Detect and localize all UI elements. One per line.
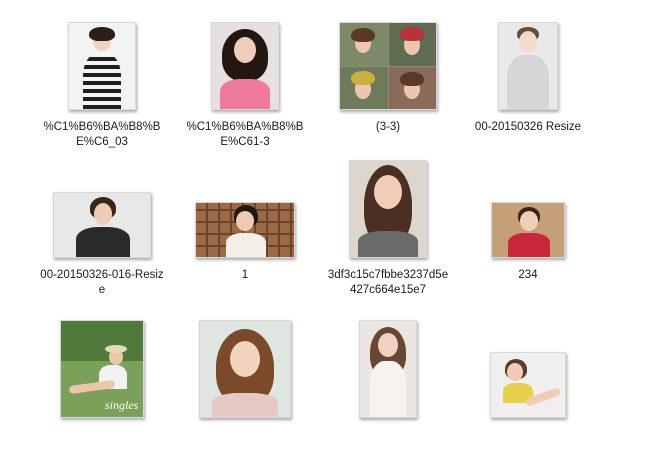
file-name: 00-20150326-016-Resize: [40, 269, 164, 296]
image-thumbnail[interactable]: singles: [60, 320, 144, 418]
file-item[interactable]: %C1%B6%BA%B8%BE%C6_03: [38, 14, 166, 150]
file-item[interactable]: %C1%B6%BA%B8%BE%C61-3: [181, 14, 309, 150]
image-thumbnail[interactable]: [498, 22, 558, 110]
file-name: 00-20150326 Resize: [474, 121, 582, 133]
magazine-watermark: singles: [105, 398, 139, 412]
file-name: %C1%B6%BA%B8%BE%C6_03: [43, 121, 161, 148]
file-item[interactable]: [181, 320, 309, 418]
file-item[interactable]: 234: [464, 162, 592, 283]
image-thumbnail[interactable]: [491, 202, 565, 258]
image-thumbnail[interactable]: [490, 352, 566, 418]
file-item[interactable]: 1: [181, 162, 309, 283]
image-thumbnail[interactable]: [359, 320, 417, 418]
file-item[interactable]: 00-20150326 Resize: [464, 14, 592, 135]
file-item[interactable]: singles: [38, 320, 166, 418]
image-thumbnail[interactable]: [199, 320, 291, 418]
file-name: (3-3): [375, 121, 401, 133]
file-item[interactable]: [324, 320, 452, 418]
file-item[interactable]: [464, 322, 592, 418]
image-thumbnail[interactable]: [53, 192, 151, 258]
image-thumbnail[interactable]: [195, 202, 295, 258]
file-icon-grid: %C1%B6%BA%B8%BE%C6_03 %C1%B6%BA%B8%BE%C6…: [0, 0, 651, 461]
file-name: 1: [241, 269, 249, 281]
file-name: 234: [518, 269, 538, 281]
file-item[interactable]: 3df3c15c7fbbe3237d5e427c664e15e7: [324, 160, 452, 298]
file-name: %C1%B6%BA%B8%BE%C61-3: [186, 121, 304, 148]
file-name: 3df3c15c7fbbe3237d5e427c664e15e7: [327, 269, 449, 296]
file-item[interactable]: (3-3): [324, 14, 452, 135]
image-thumbnail[interactable]: [339, 22, 437, 110]
image-thumbnail[interactable]: [68, 22, 136, 110]
image-thumbnail[interactable]: [211, 22, 279, 110]
file-item[interactable]: 00-20150326-016-Resize: [38, 162, 166, 298]
image-thumbnail[interactable]: [349, 160, 427, 258]
